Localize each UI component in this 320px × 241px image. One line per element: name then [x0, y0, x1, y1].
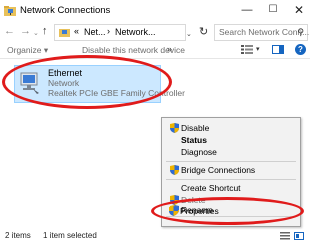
- search-icon[interactable]: ⚲: [297, 27, 304, 38]
- breadcrumb-arrow[interactable]: ›: [107, 26, 110, 36]
- annotation-ellipse: [151, 197, 304, 225]
- address-row: ← → ⌄ ↑ « Net... › Network... ⌄ ↻ Search…: [0, 22, 310, 42]
- menu-item-disable[interactable]: Disable: [162, 122, 300, 134]
- breadcrumb-overflow[interactable]: «: [74, 26, 79, 36]
- help-icon[interactable]: ?: [295, 44, 306, 55]
- menu-separator: [166, 161, 296, 162]
- menu-item-bridge-connections[interactable]: Bridge Connections: [162, 164, 300, 176]
- back-button[interactable]: ←: [4, 25, 15, 38]
- breadcrumb-item[interactable]: Net...: [84, 27, 106, 37]
- search-input[interactable]: Search Network Conn... ⚲: [214, 24, 310, 41]
- title-bar: Network Connections — ☐ ✕: [0, 0, 310, 22]
- window-title: Network Connections: [20, 5, 111, 16]
- forward-button[interactable]: →: [20, 25, 31, 38]
- menu-item-diagnose[interactable]: Diagnose: [162, 146, 300, 158]
- address-dropdown-button[interactable]: ⌄: [186, 30, 192, 38]
- shield-icon: [170, 165, 179, 175]
- minimize-button[interactable]: —: [236, 3, 258, 17]
- status-bar: 2 items 1 item selected: [0, 230, 310, 241]
- menu-item-label: Create Shortcut: [181, 183, 241, 193]
- breadcrumb-item[interactable]: Network...: [115, 27, 156, 37]
- tiles-view-icon[interactable]: [294, 232, 304, 240]
- command-bar: Organize ▾ Disable this network device »…: [0, 42, 310, 59]
- more-commands-button[interactable]: »: [167, 44, 172, 54]
- maximize-button[interactable]: ☐: [262, 3, 284, 17]
- refresh-button[interactable]: ↻: [199, 25, 208, 38]
- search-placeholder: Search Network Conn...: [219, 27, 310, 37]
- item-count: 2 items: [5, 231, 31, 240]
- recent-locations-button[interactable]: ⌄: [33, 27, 39, 40]
- shield-icon: [170, 123, 179, 133]
- network-folder-icon: [59, 29, 70, 37]
- menu-item-label: Status: [181, 135, 207, 145]
- view-options-icon[interactable]: [241, 45, 253, 54]
- menu-item-create-shortcut[interactable]: Create Shortcut: [162, 182, 300, 194]
- menu-item-label: Bridge Connections: [181, 165, 256, 175]
- address-bar[interactable]: « Net... › Network... ⌄: [54, 24, 192, 41]
- annotation-ellipse: [2, 55, 172, 109]
- details-view-icon[interactable]: [280, 232, 290, 240]
- menu-separator: [166, 179, 296, 180]
- menu-item-status[interactable]: Status: [162, 134, 300, 146]
- selection-count: 1 item selected: [43, 231, 97, 240]
- close-button[interactable]: ✕: [288, 3, 310, 17]
- menu-item-label: Diagnose: [181, 147, 217, 157]
- view-dropdown-button[interactable]: ▾: [256, 45, 260, 53]
- menu-item-label: Disable: [181, 123, 210, 133]
- network-folder-icon: [4, 6, 16, 16]
- preview-pane-icon[interactable]: [272, 45, 284, 54]
- up-button[interactable]: ↑: [42, 25, 48, 38]
- organize-menu[interactable]: Organize ▾: [7, 45, 48, 56]
